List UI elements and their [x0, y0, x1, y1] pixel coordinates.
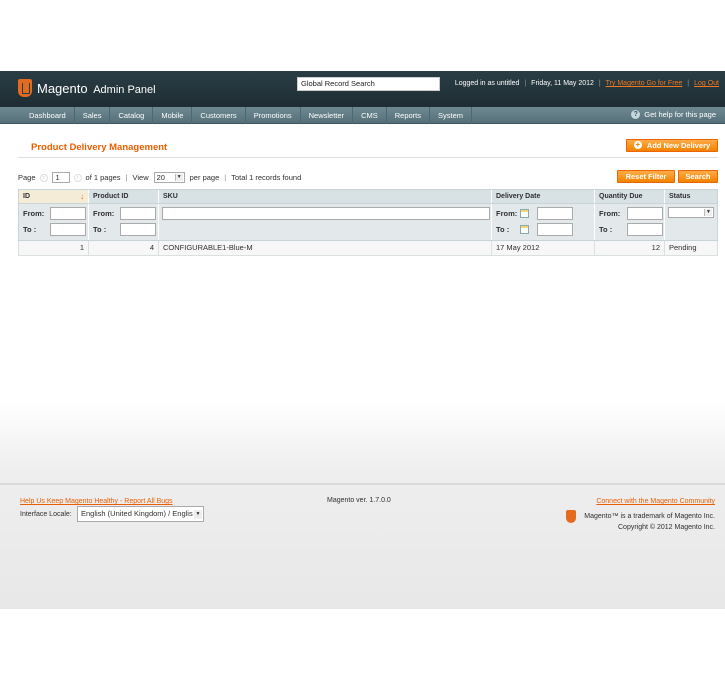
report-bugs-link[interactable]: Help Us Keep Magento Healthy - Report Al…: [20, 498, 173, 505]
nav-newsletter[interactable]: Newsletter: [301, 107, 354, 124]
sku-filter-input[interactable]: [162, 207, 490, 220]
chevron-down-icon: ▼: [194, 510, 202, 519]
sort-desc-icon: ↓: [80, 192, 84, 201]
column-header-id[interactable]: ID ↓: [19, 190, 89, 203]
interface-locale-select[interactable]: English (United Kingdom) / Englis ▼: [77, 506, 204, 522]
header-user-info: Logged in as untitled | Friday, 11 May 2…: [454, 80, 719, 87]
id-from-input[interactable]: [50, 207, 86, 220]
title-divider: [18, 157, 718, 158]
cell-delivery-date: 17 May 2012: [492, 241, 595, 255]
prev-page-icon[interactable]: ‹: [39, 173, 48, 182]
nav-catalog[interactable]: Catalog: [110, 107, 154, 124]
grid-pager: Page ‹ 1 › of 1 pages | View 20 ▼ per pag…: [18, 172, 302, 183]
of-pages-text: of 1 pages: [85, 173, 121, 182]
per-page-select[interactable]: 20 ▼: [153, 172, 185, 183]
page-number-input[interactable]: 1: [51, 172, 70, 183]
product-id-to-input[interactable]: [120, 223, 156, 236]
logout-link[interactable]: Log Out: [694, 80, 719, 87]
chevron-down-icon: ▼: [704, 209, 712, 216]
magento-community-link[interactable]: Connect with the Magento Community: [596, 498, 715, 505]
delivery-date-from-input[interactable]: [537, 207, 573, 220]
nav-promotions[interactable]: Promotions: [246, 107, 301, 124]
header-date: Friday, 11 May 2012: [531, 80, 594, 87]
magento-logo[interactable]: Magento Admin Panel: [18, 79, 156, 97]
magento-version: Magento ver. 1.7.0.0: [327, 497, 391, 504]
quantity-due-from-input[interactable]: [627, 207, 663, 220]
next-page-icon[interactable]: ›: [73, 173, 82, 182]
help-link[interactable]: ? Get help for this page: [631, 110, 716, 119]
main-nav: Dashboard Sales Catalog Mobile Customers…: [0, 107, 725, 124]
footer-divider: [0, 483, 725, 485]
total-records-text: Total 1 records found: [231, 173, 302, 182]
nav-mobile[interactable]: Mobile: [153, 107, 193, 124]
nav-reports[interactable]: Reports: [387, 107, 430, 124]
calendar-icon[interactable]: [520, 209, 529, 218]
table-row[interactable]: 1 4 CONFIGURABLE1-Blue-M 17 May 2012 12 …: [18, 241, 718, 256]
quantity-due-to-input[interactable]: [627, 223, 663, 236]
status-filter-select[interactable]: ▼: [668, 207, 714, 218]
global-record-search-input[interactable]: Global Record Search: [297, 77, 440, 91]
nav-cms[interactable]: CMS: [353, 107, 387, 124]
column-header-delivery-date[interactable]: Delivery Date: [492, 190, 595, 203]
admin-header: Magento Admin Panel Global Record Search…: [0, 71, 725, 107]
column-header-quantity-due[interactable]: Quantity Due: [595, 190, 665, 203]
page-title: Product Delivery Management: [31, 142, 168, 153]
grid-header-row: ID ↓ Product ID SKU Delivery Date Quanti…: [18, 189, 718, 204]
reset-filter-button[interactable]: Reset Filter: [617, 170, 675, 183]
id-to-input[interactable]: [50, 223, 86, 236]
cell-product-id: 4: [89, 241, 159, 255]
cell-id: 1: [19, 241, 89, 255]
column-header-sku[interactable]: SKU: [159, 190, 492, 203]
cell-sku: CONFIGURABLE1-Blue-M: [159, 241, 492, 255]
logo-subtitle: Admin Panel: [93, 83, 156, 96]
nav-customers[interactable]: Customers: [192, 107, 246, 124]
logged-in-text: Logged in as untitled: [454, 80, 520, 87]
help-icon: ?: [631, 110, 641, 119]
column-header-status[interactable]: Status: [665, 190, 717, 203]
nav-system[interactable]: System: [430, 107, 473, 124]
calendar-icon[interactable]: [520, 225, 529, 234]
copyright-text: Copyright © 2012 Magento Inc.: [618, 524, 715, 531]
cell-status: Pending: [669, 243, 697, 252]
trademark-notice: Magento™ is a trademark of Magento Inc.: [566, 510, 715, 523]
cell-quantity-due: 12: [595, 241, 665, 255]
nav-dashboard[interactable]: Dashboard: [21, 107, 75, 124]
plus-icon: +: [633, 140, 642, 150]
grid-filter-row: From: To : From: To : From: To : From: T…: [18, 204, 718, 241]
product-id-from-input[interactable]: [120, 207, 156, 220]
delivery-date-to-input[interactable]: [537, 223, 573, 236]
chevron-down-icon: ▼: [174, 174, 183, 181]
nav-sales[interactable]: Sales: [75, 107, 111, 124]
magento-logo-icon: [566, 510, 577, 523]
logo-text: Magento: [37, 80, 88, 96]
interface-locale-label: Interface Locale:: [20, 511, 72, 518]
column-header-product-id[interactable]: Product ID: [89, 190, 159, 203]
search-button[interactable]: Search: [678, 170, 718, 183]
add-new-delivery-button[interactable]: + Add New Delivery: [626, 139, 718, 152]
magento-logo-icon: [18, 79, 32, 97]
try-magento-go-link[interactable]: Try Magento Go for Free: [606, 80, 683, 87]
